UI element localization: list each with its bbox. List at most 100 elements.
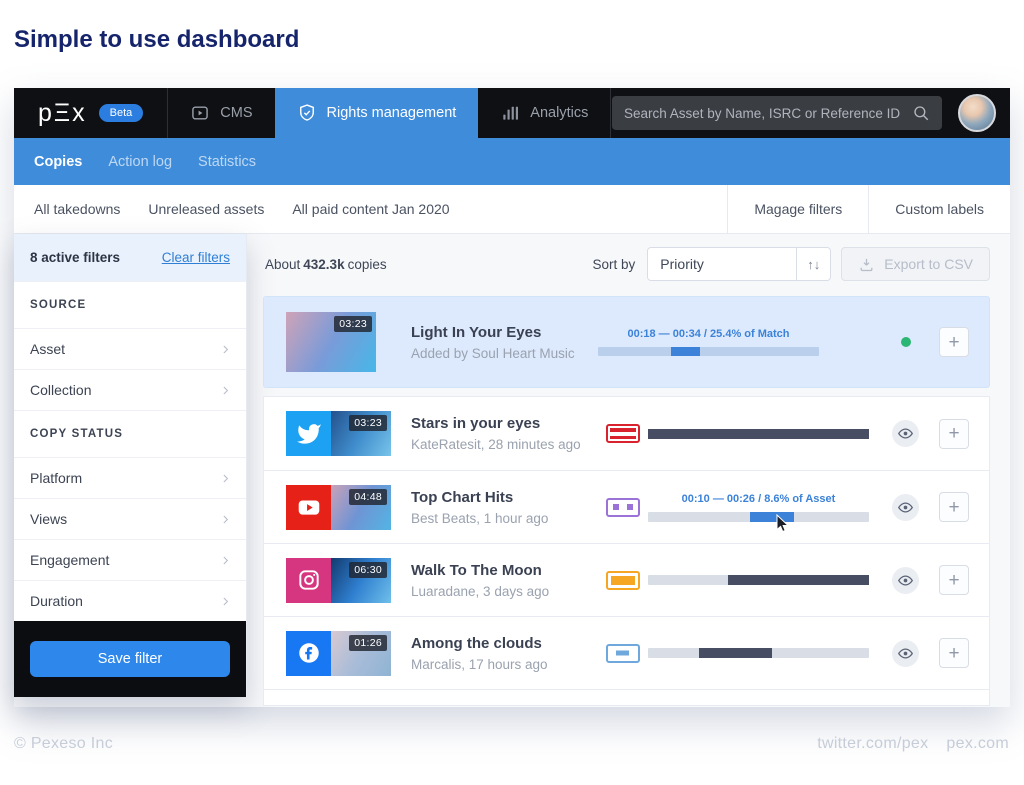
copy-subtitle: Luaradane, 3 days ago: [411, 584, 598, 599]
add-button[interactable]: +: [939, 419, 969, 449]
sort-direction-button[interactable]: ↑↓: [797, 247, 831, 281]
copies-main: About432.3kcopies Sort by Priority ↑↓ Ex…: [247, 234, 1010, 707]
partial-row: [264, 689, 989, 705]
duration-badge: 06:30: [349, 562, 387, 578]
brand: pΞx Beta: [14, 88, 167, 138]
sidebar-item-label: Platform: [30, 470, 82, 486]
copies-count: About432.3kcopies: [265, 257, 390, 272]
copy-row[interactable]: 03:23 Stars in your eyes KateRatesit, 28…: [264, 397, 989, 470]
subnav-item-statistics[interactable]: Statistics: [198, 154, 256, 170]
sidebar-item-label: Views: [30, 511, 67, 527]
shield-check-icon: [297, 103, 317, 123]
match-range-label: 00:18 — 00:34 / 25.4% of Match: [598, 328, 819, 340]
mouse-cursor: [776, 514, 791, 534]
pex-logo: pΞx: [38, 99, 87, 128]
sidebar-item-collection[interactable]: Collection: [14, 369, 246, 410]
tab-analytics[interactable]: Analytics: [478, 88, 610, 138]
top-nav: pΞx Beta CMS Rights management Analytics: [14, 88, 1010, 138]
sub-nav: Copies Action log Statistics: [14, 138, 1010, 185]
sort-by-label: Sort by: [593, 257, 636, 272]
add-button[interactable]: +: [939, 492, 969, 522]
match-bar[interactable]: [648, 429, 869, 439]
clear-filters-link[interactable]: Clear filters: [162, 250, 230, 265]
custom-labels-button[interactable]: Custom labels: [868, 185, 1010, 233]
copy-title: Among the clouds: [411, 635, 598, 652]
tab-cms[interactable]: CMS: [168, 88, 274, 138]
highlighted-row-host: 03:23 Light In Your Eyes Added by Soul H…: [263, 296, 990, 388]
match-bar[interactable]: [648, 648, 869, 658]
preview-eye-button[interactable]: [892, 420, 919, 447]
sort-select[interactable]: Priority: [647, 247, 797, 281]
sidebar-item-duration[interactable]: Duration: [14, 580, 246, 621]
list-toolbar: About432.3kcopies Sort by Priority ↑↓ Ex…: [247, 234, 1010, 294]
match-bar[interactable]: [648, 512, 869, 522]
match-segment[interactable]: [728, 575, 869, 585]
subnav-item-copies[interactable]: Copies: [34, 154, 82, 170]
subnav-item-action-log[interactable]: Action log: [108, 154, 172, 170]
add-button[interactable]: +: [939, 638, 969, 668]
tab-rights-management[interactable]: Rights management: [275, 88, 479, 138]
match-bar[interactable]: [598, 347, 819, 356]
copy-subtitle: Best Beats, 1 hour ago: [411, 511, 598, 526]
download-icon: [858, 256, 875, 273]
preset-unreleased-assets[interactable]: Unreleased assets: [148, 201, 264, 217]
copy-row[interactable]: 04:48 Top Chart Hits Best Beats, 1 hour …: [264, 470, 989, 543]
match-segment[interactable]: [648, 429, 869, 439]
sort-icon: ↑↓: [807, 257, 820, 272]
chevron-right-icon: [219, 513, 232, 526]
copy-subtitle: KateRatesit, 28 minutes ago: [411, 437, 598, 452]
pex-link[interactable]: pex.com: [946, 735, 1009, 753]
duration-badge: 04:48: [349, 489, 387, 505]
preset-all-takedowns[interactable]: All takedowns: [34, 201, 120, 217]
add-button[interactable]: +: [939, 327, 969, 357]
preview-eye-button[interactable]: [892, 567, 919, 594]
sidebar-item-views[interactable]: Views: [14, 498, 246, 539]
active-filters-count: 8 active filters: [30, 250, 120, 265]
search-icon: [912, 104, 930, 122]
sidebar-section-header: COPY STATUS: [14, 410, 246, 457]
sidebar-item-asset[interactable]: Asset: [14, 328, 246, 369]
match-segments-icon: [606, 424, 640, 443]
match-segment[interactable]: [699, 648, 772, 658]
copy-title: Top Chart Hits: [411, 489, 598, 506]
youtube-icon: [286, 485, 331, 530]
filter-presets-bar: All takedowns Unreleased assets All paid…: [14, 185, 1010, 234]
match-bar[interactable]: [648, 575, 869, 585]
copy-row[interactable]: 03:23 Light In Your Eyes Added by Soul H…: [263, 296, 990, 388]
video-thumbnail: 04:48: [331, 485, 391, 530]
status-dot: [901, 337, 911, 347]
match-segments-icon: [606, 498, 640, 517]
sidebar-section-header: SOURCE: [14, 281, 246, 328]
preset-all-paid-content[interactable]: All paid content Jan 2020: [292, 201, 449, 217]
dashboard-panel: pΞx Beta CMS Rights management Analytics…: [14, 88, 1010, 707]
search-input[interactable]: [624, 106, 912, 121]
chevron-right-icon: [219, 343, 232, 356]
page-footer: © Pexeso Inc twitter.com/pex pex.com: [14, 735, 1009, 753]
twitter-icon: [286, 411, 331, 456]
export-csv-button[interactable]: Export to CSV: [841, 247, 990, 281]
video-thumbnail: 01:26: [331, 631, 391, 676]
preview-eye-button[interactable]: [892, 494, 919, 521]
twitter-link[interactable]: twitter.com/pex: [817, 735, 928, 753]
preview-eye-button[interactable]: [892, 640, 919, 667]
sidebar-item-engagement[interactable]: Engagement: [14, 539, 246, 580]
chevron-right-icon: [219, 595, 232, 608]
copy-row[interactable]: 06:30 Walk To The Moon Luaradane, 3 days…: [264, 543, 989, 616]
match-segment[interactable]: [671, 347, 700, 356]
duration-badge: 03:23: [349, 415, 387, 431]
copyright: © Pexeso Inc: [14, 735, 113, 753]
copy-title: Stars in your eyes: [411, 415, 598, 432]
copy-row[interactable]: 01:26 Among the clouds Marcalis, 17 hour…: [264, 616, 989, 689]
user-avatar[interactable]: [958, 94, 996, 132]
manage-filters-button[interactable]: Magage filters: [727, 185, 868, 233]
instagram-icon: [286, 558, 331, 603]
sidebar-item-label: Duration: [30, 593, 83, 609]
save-filter-button[interactable]: Save filter: [30, 641, 230, 677]
add-button[interactable]: +: [939, 565, 969, 595]
match-segments-icon: [606, 644, 640, 663]
facebook-icon: [286, 631, 331, 676]
sidebar-item-platform[interactable]: Platform: [14, 457, 246, 498]
copy-title: Light In Your Eyes: [411, 324, 598, 341]
video-thumbnail: 03:23: [286, 312, 376, 372]
video-thumbnail: 06:30: [331, 558, 391, 603]
